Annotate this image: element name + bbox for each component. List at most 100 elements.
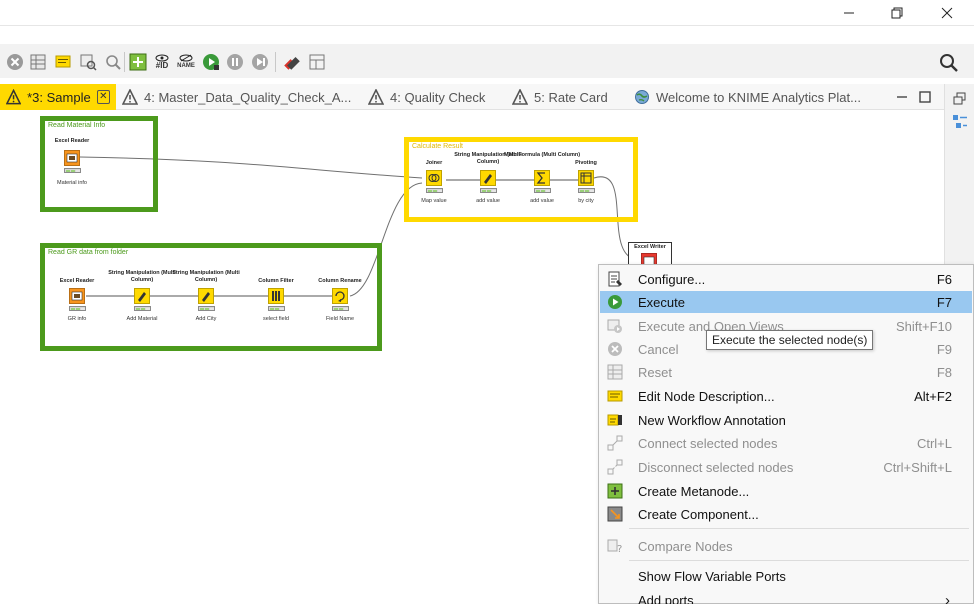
execute-icon bbox=[607, 294, 623, 310]
menu-item-add-ports[interactable]: Add ports › bbox=[600, 589, 972, 604]
node-column-rename[interactable]: Column Rename Field Name bbox=[300, 278, 380, 328]
menu-item-label: Edit Node Description... bbox=[638, 388, 775, 404]
tab-rate-card[interactable]: 5: Rate Card bbox=[506, 84, 628, 110]
hide-node-name-button[interactable]: NAME bbox=[176, 52, 196, 72]
tab-sample[interactable]: *3: Sample ✕ bbox=[0, 84, 116, 110]
open-view-button[interactable] bbox=[78, 52, 98, 72]
metanode-icon bbox=[607, 483, 623, 499]
cancel-all-button[interactable] bbox=[5, 52, 25, 72]
annotation-icon bbox=[607, 412, 623, 428]
menu-item-shortcut: F9 bbox=[936, 341, 952, 357]
pause-icon bbox=[227, 54, 243, 70]
node-context-menu: Configure... F6 Execute F7 Execute and O… bbox=[598, 264, 974, 604]
editor-tab-bar: *3: Sample ✕ 4: Master_Data_Quality_Chec… bbox=[0, 84, 944, 110]
node-status-traffic-light bbox=[426, 188, 443, 193]
menu-item-show-flow-variable-ports[interactable]: Show Flow Variable Ports bbox=[600, 565, 972, 587]
menu-item-connect-selected-nodes[interactable]: Connect selected nodes Ctrl+L bbox=[600, 432, 972, 454]
close-window-button[interactable] bbox=[924, 0, 970, 26]
menu-item-new-workflow-annotation[interactable]: New Workflow Annotation bbox=[600, 409, 972, 431]
tab-quality-check[interactable]: 4: Quality Check bbox=[362, 84, 506, 110]
close-tab-button[interactable]: ✕ bbox=[96, 90, 110, 104]
menu-item-shortcut: F6 bbox=[936, 271, 952, 287]
restore-button[interactable] bbox=[874, 0, 920, 26]
node-status-traffic-light bbox=[64, 168, 81, 173]
warning-icon bbox=[122, 89, 138, 105]
hide-node-name-icon bbox=[179, 54, 193, 62]
menu-item-label: Compare Nodes bbox=[638, 538, 733, 554]
menu-item-label: Create Metanode... bbox=[638, 483, 750, 499]
menu-item-label: Show Flow Variable Ports bbox=[638, 568, 786, 584]
outline-view-icon[interactable] bbox=[952, 114, 968, 130]
annotation-button[interactable] bbox=[53, 52, 73, 72]
toolbar-separator bbox=[124, 52, 125, 72]
excel-reader-icon bbox=[64, 150, 80, 166]
warning-icon bbox=[368, 89, 384, 105]
id-label: #ID bbox=[155, 61, 169, 70]
menu-item-configure[interactable]: Configure... F6 bbox=[600, 268, 972, 290]
close-icon bbox=[941, 7, 953, 19]
menu-item-shortcut: Ctrl+Shift+L bbox=[883, 459, 952, 475]
node-status-traffic-light bbox=[69, 306, 86, 311]
minimize-icon bbox=[844, 12, 854, 14]
node-excel-reader-material[interactable]: Excel Reader Material info bbox=[32, 138, 112, 188]
node-title: Pivoting bbox=[575, 160, 597, 166]
restore-icon bbox=[891, 7, 903, 19]
zoom-button[interactable] bbox=[103, 52, 123, 72]
pause-button[interactable] bbox=[225, 52, 245, 72]
execute-all-button[interactable] bbox=[201, 52, 221, 72]
open-view-icon bbox=[80, 54, 97, 71]
step-icon bbox=[252, 54, 268, 70]
menu-item-create-component[interactable]: Create Component... bbox=[600, 503, 972, 525]
connect-icon bbox=[607, 435, 623, 451]
node-label: Add City bbox=[195, 316, 217, 322]
node-status-traffic-light bbox=[332, 306, 349, 311]
node-string-manipulation-add-city[interactable]: String Manipulation (Multi Column) Add C… bbox=[166, 270, 246, 328]
wrench-icon bbox=[284, 57, 300, 70]
column-filter-icon bbox=[268, 288, 284, 304]
string-manipulation-icon bbox=[198, 288, 214, 304]
tab-label: 5: Rate Card bbox=[534, 89, 608, 105]
reset-all-button[interactable] bbox=[28, 52, 48, 72]
node-label: Material info bbox=[57, 180, 87, 186]
minimize-editor-icon[interactable] bbox=[895, 90, 909, 104]
menu-item-label: Create Component... bbox=[638, 506, 759, 522]
cancel-all-icon bbox=[7, 54, 23, 70]
svg-text:?: ? bbox=[617, 544, 622, 554]
tab-welcome[interactable]: Welcome to KNIME Analytics Plat... bbox=[628, 84, 864, 110]
menu-item-reset[interactable]: Reset F8 bbox=[600, 361, 972, 383]
menu-item-compare-nodes[interactable]: ? Compare Nodes bbox=[600, 535, 972, 557]
create-metanode-button[interactable] bbox=[128, 52, 148, 72]
menu-item-create-metanode[interactable]: Create Metanode... bbox=[600, 480, 972, 502]
edit-description-icon bbox=[607, 388, 623, 404]
node-pivoting[interactable]: Pivoting by city bbox=[546, 160, 626, 210]
configure-icon bbox=[607, 271, 623, 287]
tab-label: *3: Sample bbox=[27, 89, 91, 105]
menu-item-shortcut: Ctrl+L bbox=[916, 435, 952, 451]
menu-item-disconnect-selected-nodes[interactable]: Disconnect selected nodes Ctrl+Shift+L bbox=[600, 456, 972, 478]
maximize-editor-icon[interactable] bbox=[918, 90, 932, 104]
menu-item-label: Connect selected nodes bbox=[638, 435, 778, 451]
configure-button[interactable] bbox=[282, 52, 302, 72]
node-label: by city bbox=[578, 198, 594, 204]
menu-item-label: Reset bbox=[638, 364, 672, 380]
name-label: NAME bbox=[177, 63, 195, 69]
tab-master-data-quality-check[interactable]: 4: Master_Data_Quality_Check_A... bbox=[116, 84, 362, 110]
node-status-traffic-light bbox=[480, 188, 497, 193]
layout-button[interactable] bbox=[307, 52, 327, 72]
step-button[interactable] bbox=[250, 52, 270, 72]
toolbar-separator bbox=[275, 52, 276, 72]
globe-icon bbox=[635, 90, 649, 104]
compare-icon: ? bbox=[607, 538, 623, 554]
menu-item-label: Cancel bbox=[638, 341, 679, 357]
reset-icon bbox=[607, 364, 623, 380]
search-button[interactable] bbox=[938, 52, 960, 74]
menu-item-label: New Workflow Annotation bbox=[638, 412, 786, 428]
menu-item-edit-node-description[interactable]: Edit Node Description... Alt+F2 bbox=[600, 385, 972, 407]
menu-item-execute[interactable]: Execute F7 bbox=[600, 291, 972, 313]
node-status-traffic-light bbox=[134, 306, 151, 311]
minimize-button[interactable] bbox=[826, 0, 872, 26]
restore-view-icon[interactable] bbox=[953, 92, 967, 106]
show-node-id-button[interactable]: #ID bbox=[152, 52, 172, 72]
warning-icon bbox=[512, 89, 528, 105]
metanode-icon bbox=[129, 53, 147, 71]
